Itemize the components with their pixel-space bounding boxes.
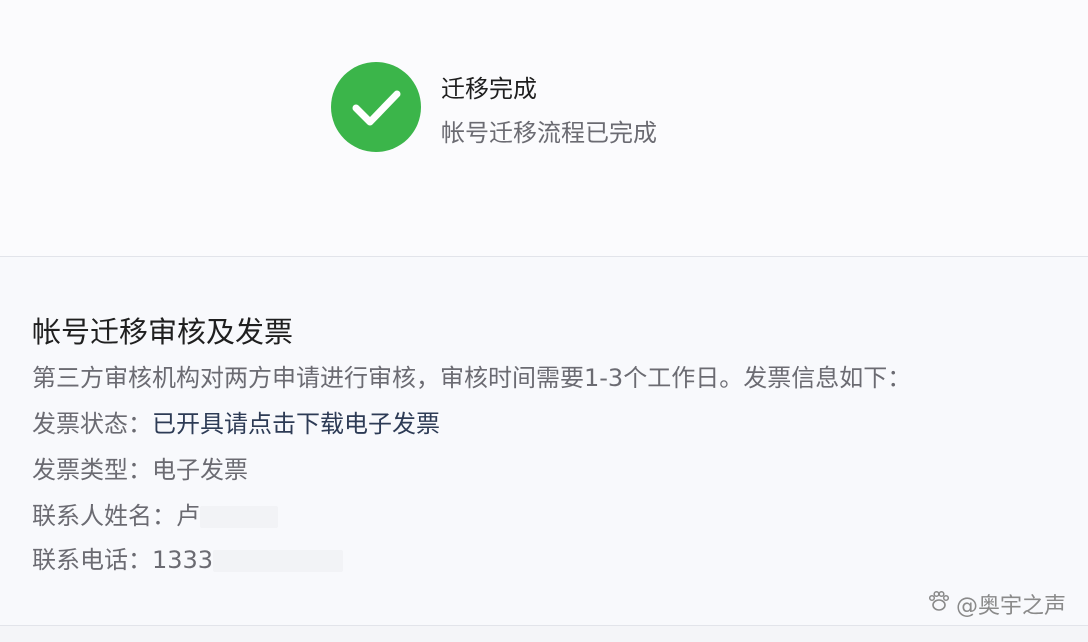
invoice-status-label: 发票状态：: [32, 410, 152, 438]
invoice-type-row: 发票类型：电子发票: [32, 450, 248, 485]
contact-name-value: 卢: [176, 502, 200, 530]
watermark-text: @奥宇之声: [955, 594, 1066, 619]
contact-phone-row: 联系电话：1333: [32, 540, 344, 575]
watermark: @奥宇之声: [926, 588, 1066, 620]
status-panel: 迁移完成 帐号迁移流程已完成: [0, 0, 1088, 257]
redacted-name: [200, 506, 278, 528]
status-title: 迁移完成: [441, 75, 537, 103]
status-subtitle: 帐号迁移流程已完成: [441, 119, 657, 147]
invoice-type-value: 电子发票: [152, 456, 248, 484]
contact-name-row: 联系人姓名：卢: [32, 496, 278, 531]
contact-phone-value: 1333: [152, 546, 214, 574]
invoice-type-label: 发票类型：: [32, 456, 152, 484]
contact-name-label: 联系人姓名：: [32, 502, 176, 530]
download-invoice-link[interactable]: 已开具请点击下载电子发票: [152, 410, 440, 438]
redacted-phone: [213, 550, 344, 572]
invoice-status-row: 发票状态：已开具请点击下载电子发票: [32, 404, 440, 439]
review-description: 第三方审核机构对两方申请进行审核，审核时间需要1-3个工作日。发票信息如下：: [32, 364, 912, 392]
contact-phone-label: 联系电话：: [32, 546, 152, 574]
invoice-panel: 帐号迁移审核及发票 第三方审核机构对两方申请进行审核，审核时间需要1-3个工作日…: [0, 257, 1088, 626]
paw-icon: [926, 588, 952, 620]
section-title: 帐号迁移审核及发票: [32, 315, 294, 349]
success-check-icon: [331, 62, 421, 152]
